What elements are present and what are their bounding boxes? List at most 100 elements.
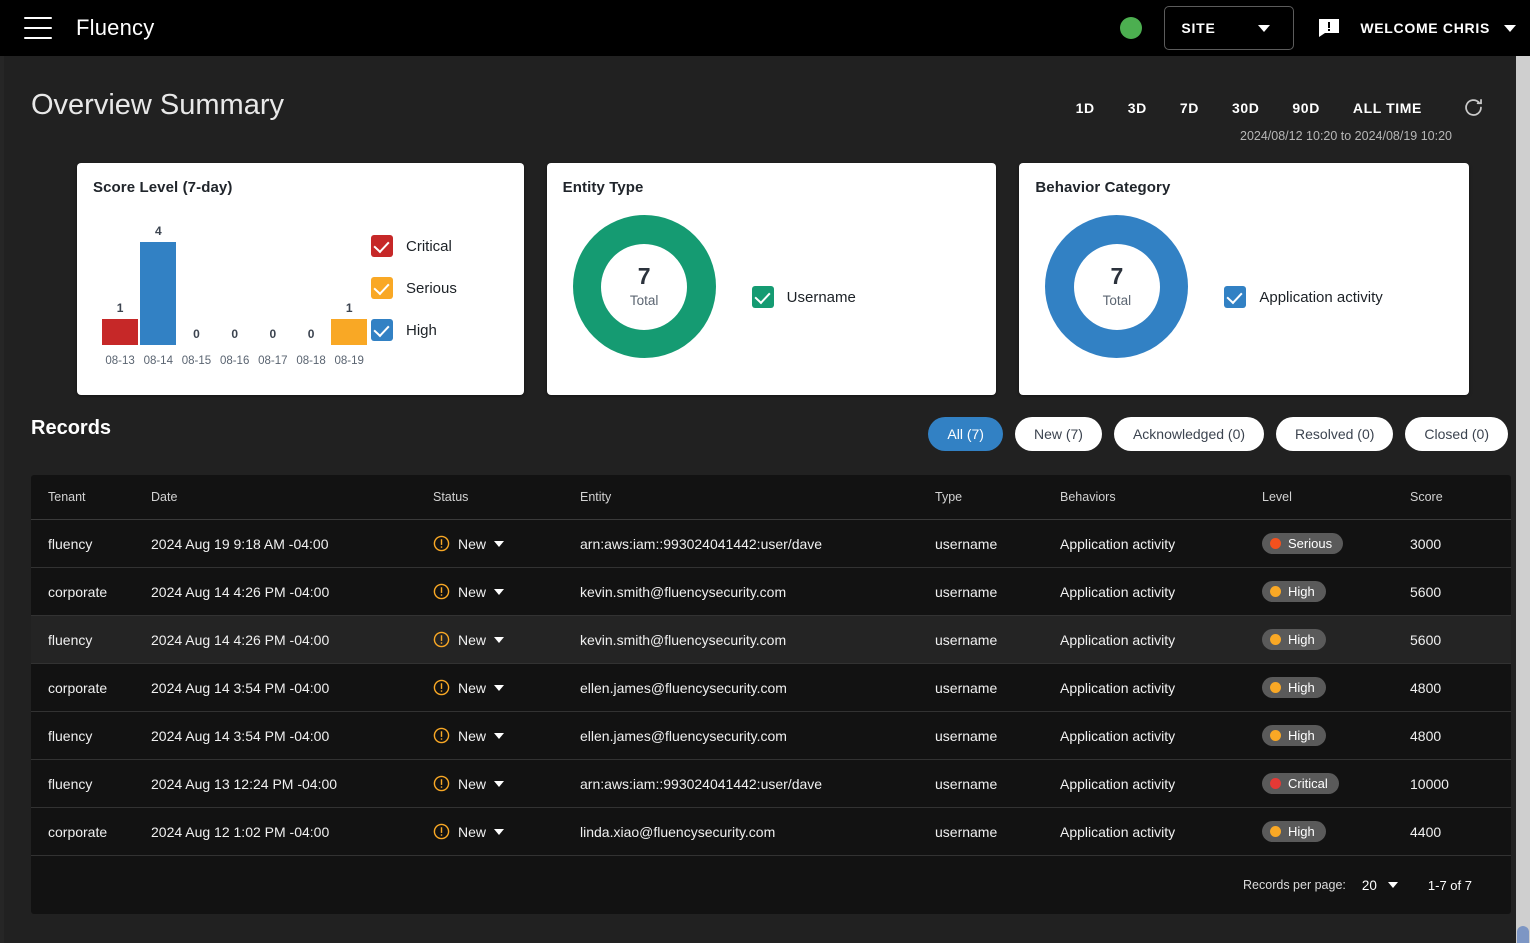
column-header-level[interactable]: Level bbox=[1262, 490, 1410, 504]
column-header-score[interactable]: Score bbox=[1410, 490, 1510, 504]
table-row[interactable]: fluency 2024 Aug 13 12:24 PM -04:00 New arn… bbox=[31, 760, 1511, 808]
legend-checkbox-serious[interactable] bbox=[371, 277, 393, 299]
site-selector[interactable]: SITE bbox=[1164, 6, 1295, 50]
cell-behaviors: Application activity bbox=[1060, 583, 1176, 600]
score-level-legend: Critical Serious High bbox=[371, 235, 457, 341]
range-90d[interactable]: 90D bbox=[1292, 100, 1319, 116]
chevron-down-icon bbox=[494, 684, 505, 691]
cell-behaviors: Application activity bbox=[1060, 727, 1176, 744]
column-header-behaviors[interactable]: Behaviors bbox=[1060, 490, 1262, 504]
cell-date: 2024 Aug 14 3:54 PM -04:00 bbox=[151, 679, 330, 696]
cell-type: username bbox=[935, 535, 998, 552]
filter-button-new[interactable]: New (7) bbox=[1014, 417, 1102, 451]
range-7d[interactable]: 7D bbox=[1180, 100, 1199, 116]
page-scrollbar-thumb[interactable] bbox=[1517, 926, 1529, 943]
warning-circle-icon bbox=[433, 583, 450, 600]
legend-item-application-activity[interactable]: Application activity bbox=[1224, 286, 1383, 308]
filter-button-closed[interactable]: Closed (0) bbox=[1405, 417, 1508, 451]
hamburger-icon[interactable] bbox=[24, 17, 52, 39]
bar-value-label: 1 bbox=[345, 301, 353, 316]
legend-item-username[interactable]: Username bbox=[751, 286, 856, 308]
user-menu[interactable]: WELCOME CHRIS bbox=[1360, 20, 1516, 36]
range-3d[interactable]: 3D bbox=[1128, 100, 1147, 116]
cell-tenant: fluency bbox=[48, 727, 93, 744]
pagination-range-count: 1-7 of 7 bbox=[1427, 877, 1472, 893]
column-header-tenant[interactable]: Tenant bbox=[31, 490, 151, 504]
status-dropdown[interactable]: New bbox=[433, 631, 580, 648]
page-header: Overview Summary 1D 3D 7D 30D 90D ALL TI… bbox=[0, 56, 1530, 148]
chevron-down-icon[interactable] bbox=[1387, 882, 1398, 888]
status-dropdown[interactable]: New bbox=[433, 535, 580, 552]
table-row[interactable]: corporate 2024 Aug 14 3:54 PM -04:00 New el… bbox=[31, 664, 1511, 712]
legend-label-high: High bbox=[406, 321, 437, 339]
range-1d[interactable]: 1D bbox=[1076, 100, 1095, 116]
bar-column[interactable]: 1 bbox=[101, 217, 139, 345]
legend-checkbox-high[interactable] bbox=[371, 319, 393, 341]
entity-type-donut: 7 Total bbox=[572, 215, 716, 358]
cell-entity: linda.xiao@fluencysecurity.com bbox=[580, 823, 776, 840]
app-brand-title: Fluency bbox=[76, 15, 155, 40]
cell-type: username bbox=[935, 583, 998, 600]
donut-center-entity-type: 7 Total bbox=[601, 243, 688, 330]
table-header-row: Tenant Date Status Entity Type Behaviors… bbox=[31, 475, 1511, 520]
legend-checkbox-critical[interactable] bbox=[371, 235, 393, 257]
legend-checkbox-application-activity[interactable] bbox=[1224, 286, 1247, 308]
cell-type: username bbox=[935, 679, 998, 696]
table-row[interactable]: fluency 2024 Aug 14 4:26 PM -04:00 New kevi… bbox=[31, 616, 1511, 664]
legend-label-critical: Critical bbox=[406, 237, 452, 255]
bar-column[interactable]: 4 bbox=[139, 217, 177, 345]
status-dropdown[interactable]: New bbox=[433, 775, 580, 792]
app-root: Fluency SITE WELCOME CHRIS Overview Summ… bbox=[0, 0, 1530, 943]
bar[interactable] bbox=[331, 319, 368, 345]
column-header-type[interactable]: Type bbox=[935, 490, 1060, 504]
status-dropdown[interactable]: New bbox=[433, 823, 580, 840]
behavior-category-donut: 7 Total bbox=[1045, 215, 1189, 358]
column-header-entity[interactable]: Entity bbox=[580, 490, 935, 504]
cell-behaviors: Application activity bbox=[1060, 823, 1176, 840]
cell-level: High bbox=[1262, 581, 1410, 602]
range-all-time[interactable]: ALL TIME bbox=[1353, 100, 1422, 116]
table-row[interactable]: fluency 2024 Aug 19 9:18 AM -04:00 New arn:… bbox=[31, 520, 1511, 568]
warning-circle-icon bbox=[433, 535, 450, 552]
legend-item-serious[interactable]: Serious bbox=[371, 277, 457, 299]
table-row[interactable]: corporate 2024 Aug 14 4:26 PM -04:00 New ke… bbox=[31, 568, 1511, 616]
level-dot-icon bbox=[1270, 826, 1281, 837]
feedback-exclamation-icon[interactable] bbox=[1318, 18, 1340, 38]
cell-level: Serious bbox=[1262, 533, 1410, 554]
donut-center-behavior-category: 7 Total bbox=[1073, 243, 1160, 330]
records-per-page-value[interactable]: 20 bbox=[1362, 878, 1377, 893]
bar[interactable] bbox=[140, 242, 177, 345]
status-label: New bbox=[458, 535, 487, 552]
status-dropdown[interactable]: New bbox=[433, 727, 580, 744]
bar-column[interactable]: 0 bbox=[292, 217, 330, 345]
level-label: Serious bbox=[1288, 536, 1333, 551]
refresh-icon[interactable] bbox=[1463, 97, 1484, 118]
bar-value-label: 0 bbox=[193, 327, 200, 341]
filter-button-acknowledged[interactable]: Acknowledged (0) bbox=[1113, 417, 1265, 451]
table-row[interactable]: fluency 2024 Aug 14 3:54 PM -04:00 New elle… bbox=[31, 712, 1511, 760]
bar-chart-x-labels: 08-13 08-14 08-15 08-16 08-17 08-18 08-19 bbox=[101, 355, 369, 367]
records-section-title: Records bbox=[31, 417, 112, 439]
records-per-page-label: Records per page: bbox=[1243, 878, 1346, 892]
level-badge: Critical bbox=[1262, 773, 1339, 794]
legend-item-high[interactable]: High bbox=[371, 319, 457, 341]
bar-column[interactable]: 0 bbox=[216, 217, 254, 345]
page-scrollbar-track[interactable] bbox=[1516, 56, 1530, 943]
status-dropdown[interactable]: New bbox=[433, 679, 580, 696]
legend-checkbox-username[interactable] bbox=[751, 286, 774, 308]
bar-column[interactable]: 0 bbox=[254, 217, 292, 345]
status-dropdown[interactable]: New bbox=[433, 583, 580, 600]
column-header-status[interactable]: Status bbox=[433, 490, 580, 504]
bar-column[interactable]: 0 bbox=[177, 217, 215, 345]
filter-button-resolved[interactable]: Resolved (0) bbox=[1276, 417, 1394, 451]
donut-total-label-behavior-category: Total bbox=[1102, 293, 1132, 308]
range-30d[interactable]: 30D bbox=[1232, 100, 1259, 116]
bar[interactable] bbox=[102, 319, 139, 345]
table-row[interactable]: corporate 2024 Aug 12 1:02 PM -04:00 New li… bbox=[31, 808, 1511, 856]
bar-column[interactable]: 1 bbox=[330, 217, 368, 345]
column-header-date[interactable]: Date bbox=[151, 490, 433, 504]
level-dot-icon bbox=[1270, 682, 1281, 693]
warning-circle-icon bbox=[433, 727, 450, 744]
filter-button-all[interactable]: All (7) bbox=[928, 417, 1003, 451]
legend-item-critical[interactable]: Critical bbox=[371, 235, 457, 257]
